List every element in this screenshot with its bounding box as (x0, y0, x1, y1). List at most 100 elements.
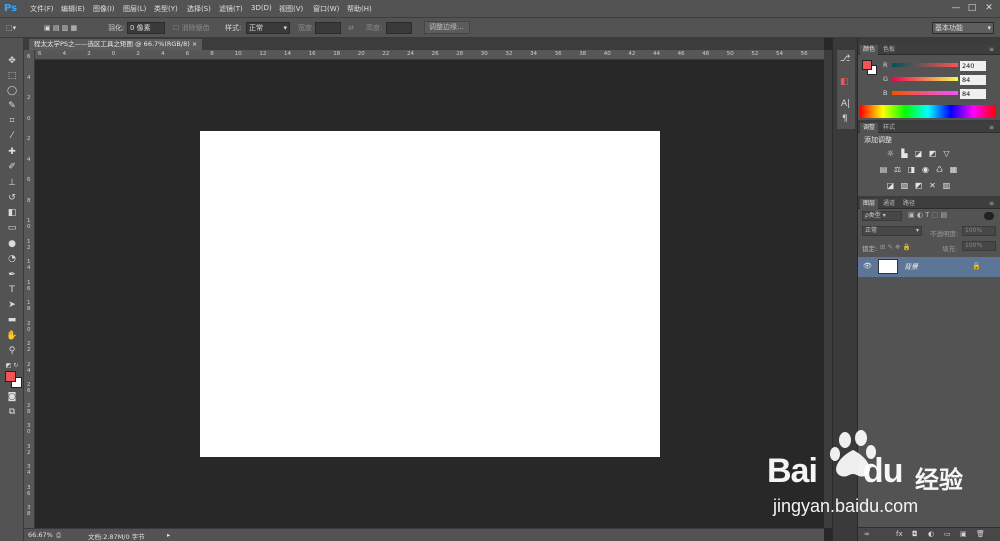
brush-tool-icon[interactable]: ✐ (4, 161, 20, 174)
menu-select[interactable]: 选择(S) (187, 4, 211, 14)
zoom-level[interactable]: 66.67% (28, 531, 53, 539)
menu-file[interactable]: 文件(F) (30, 4, 54, 14)
filter-toggle[interactable] (984, 212, 994, 220)
height-input[interactable] (386, 22, 412, 34)
swatches-icon[interactable]: ◧ (840, 77, 849, 87)
menu-type[interactable]: 类型(Y) (154, 4, 178, 14)
menu-view[interactable]: 视图(V) (279, 4, 303, 14)
lock-icons[interactable]: ⊞ ✎ ✥ 🔒 (880, 243, 911, 251)
gradient-map-icon[interactable]: ▥ (942, 181, 951, 190)
slider-g[interactable] (892, 77, 958, 81)
rect-marquee-tool-icon[interactable]: ⬚ (4, 70, 20, 83)
screen-mode-icon[interactable]: ⧉ (4, 406, 20, 419)
clone-stamp-tool-icon[interactable]: ⊥ (4, 177, 20, 190)
black-white-icon[interactable]: ◨ (907, 165, 916, 174)
eyedropper-tool-icon[interactable]: ⁄ (4, 130, 20, 143)
antialias-checkbox[interactable]: ☐ 消除锯齿 (173, 22, 210, 34)
width-input[interactable] (315, 22, 341, 34)
tab-layers[interactable]: 图层 (860, 199, 879, 209)
slider-r[interactable] (892, 63, 958, 67)
delete-layer-icon[interactable]: 🗑 (976, 530, 985, 538)
path-select-tool-icon[interactable]: ➤ (4, 299, 20, 312)
levels-icon[interactable]: ▙ (900, 149, 909, 158)
eraser-tool-icon[interactable]: ◧ (4, 207, 20, 220)
exposure-icon[interactable]: ◩ (928, 149, 937, 158)
export-icon[interactable]: ⎙ (56, 531, 61, 540)
tab-paths[interactable]: 路径 (900, 199, 918, 209)
layer-filter-icons[interactable]: ▣ ◐ T ⬚ ▤ (908, 211, 947, 219)
opacity-input[interactable]: 100% (962, 226, 996, 236)
history-icon[interactable]: ⎇ (840, 54, 850, 64)
visibility-eye-icon[interactable]: 👁 (863, 262, 872, 270)
type-tool-icon[interactable]: T (4, 284, 20, 297)
tab-close-icon[interactable]: × (192, 40, 197, 48)
history-brush-tool-icon[interactable]: ↺ (4, 192, 20, 205)
vibrance-icon[interactable]: ▽ (942, 149, 951, 158)
dodge-tool-icon[interactable]: ◔ (4, 253, 20, 266)
style-select[interactable]: 正常 ▾ (246, 22, 290, 34)
fill-input[interactable]: 100% (962, 241, 996, 251)
character-icon[interactable]: A| (841, 99, 850, 109)
slider-b[interactable] (892, 91, 958, 95)
menu-window[interactable]: 窗口(W) (313, 4, 339, 14)
layer-name[interactable]: 背景 (904, 262, 918, 272)
lasso-tool-icon[interactable]: ◯ (4, 85, 20, 98)
threshold-icon[interactable]: ◩ (914, 181, 923, 190)
rectangle-tool-icon[interactable]: ▬ (4, 314, 20, 327)
posterize-icon[interactable]: ▨ (900, 181, 909, 190)
brightness-icon[interactable]: ☼ (886, 149, 895, 158)
selective-color-icon[interactable]: ✕ (928, 181, 937, 190)
photo-filter-icon[interactable]: ◉ (921, 165, 930, 174)
tab-swatches[interactable]: 色板 (880, 45, 898, 55)
menu-image[interactable]: 图像(I) (93, 4, 115, 14)
minimize-button[interactable]: — (950, 2, 962, 14)
crop-tool-icon[interactable]: ⌗ (4, 115, 20, 128)
menu-edit[interactable]: 编辑(E) (61, 4, 85, 14)
quick-mask-icon[interactable]: ◙ (4, 391, 20, 404)
marquee-preset-icon[interactable]: ⬚▾ (6, 22, 16, 34)
move-tool-icon[interactable]: ✥ (4, 55, 20, 68)
close-button[interactable]: ✕ (983, 2, 995, 14)
menu-filter[interactable]: 滤镜(T) (219, 4, 243, 14)
new-group-icon[interactable]: ▭ (944, 530, 951, 538)
blend-mode-select[interactable]: 正常 ▾ (862, 226, 922, 236)
color-spectrum[interactable] (860, 105, 996, 118)
tab-color[interactable]: 颜色 (860, 45, 879, 55)
workspace-select[interactable]: 基本功能 ▾ (932, 22, 994, 34)
paragraph-icon[interactable]: ¶ (842, 114, 848, 124)
pen-tool-icon[interactable]: ✒ (4, 269, 20, 282)
hue-saturation-icon[interactable]: ▤ (879, 165, 888, 174)
panel-menu-icon[interactable]: ≡ (986, 199, 997, 209)
new-layer-icon[interactable]: ▣ (960, 530, 967, 538)
layer-filter-select[interactable]: ρ类型 ▾ (862, 211, 902, 221)
menu-3d[interactable]: 3D(D) (251, 4, 272, 12)
tab-channels[interactable]: 通道 (880, 199, 898, 209)
selection-mode-icons[interactable]: ▣ ▤ ▥ ▦ (44, 22, 77, 34)
tab-styles[interactable]: 样式 (880, 123, 898, 133)
document-tab[interactable]: 程太太学PS之——选区工具之矩图 @ 66.7%(RGB/8) × (29, 39, 203, 50)
swap-icon[interactable]: ⇄ (348, 22, 354, 34)
document-canvas[interactable] (200, 131, 660, 457)
value-g[interactable]: 84 (960, 75, 986, 85)
channel-mixer-icon[interactable]: ♺ (935, 165, 944, 174)
layer-row-background[interactable]: 👁 背景 🔒 (858, 257, 1000, 277)
color-balance-icon[interactable]: ⚖ (893, 165, 902, 174)
healing-brush-tool-icon[interactable]: ✚ (4, 146, 20, 159)
menu-layer[interactable]: 图层(L) (123, 4, 146, 14)
new-adjustment-icon[interactable]: ◐ (928, 530, 934, 538)
value-r[interactable]: 240 (960, 61, 986, 71)
refine-edge-button[interactable]: 调整边缘... (424, 21, 470, 34)
value-b[interactable]: 84 (960, 89, 986, 99)
add-mask-icon[interactable]: ◘ (912, 530, 918, 538)
panel-menu-icon[interactable]: ≡ (986, 45, 997, 55)
invert-icon[interactable]: ◪ (886, 181, 895, 190)
panel-menu-icon[interactable]: ≡ (986, 123, 997, 133)
hand-tool-icon[interactable]: ✋ (4, 330, 20, 343)
tab-adjustments[interactable]: 调整 (860, 123, 879, 133)
color-lookup-icon[interactable]: ▦ (949, 165, 958, 174)
quick-select-tool-icon[interactable]: ✎ (4, 100, 20, 113)
gradient-tool-icon[interactable]: ▭ (4, 222, 20, 235)
feather-input[interactable]: 0 像素 (127, 22, 165, 34)
maximize-button[interactable]: □ (966, 2, 978, 14)
status-arrow-icon[interactable]: ▸ (167, 531, 170, 539)
